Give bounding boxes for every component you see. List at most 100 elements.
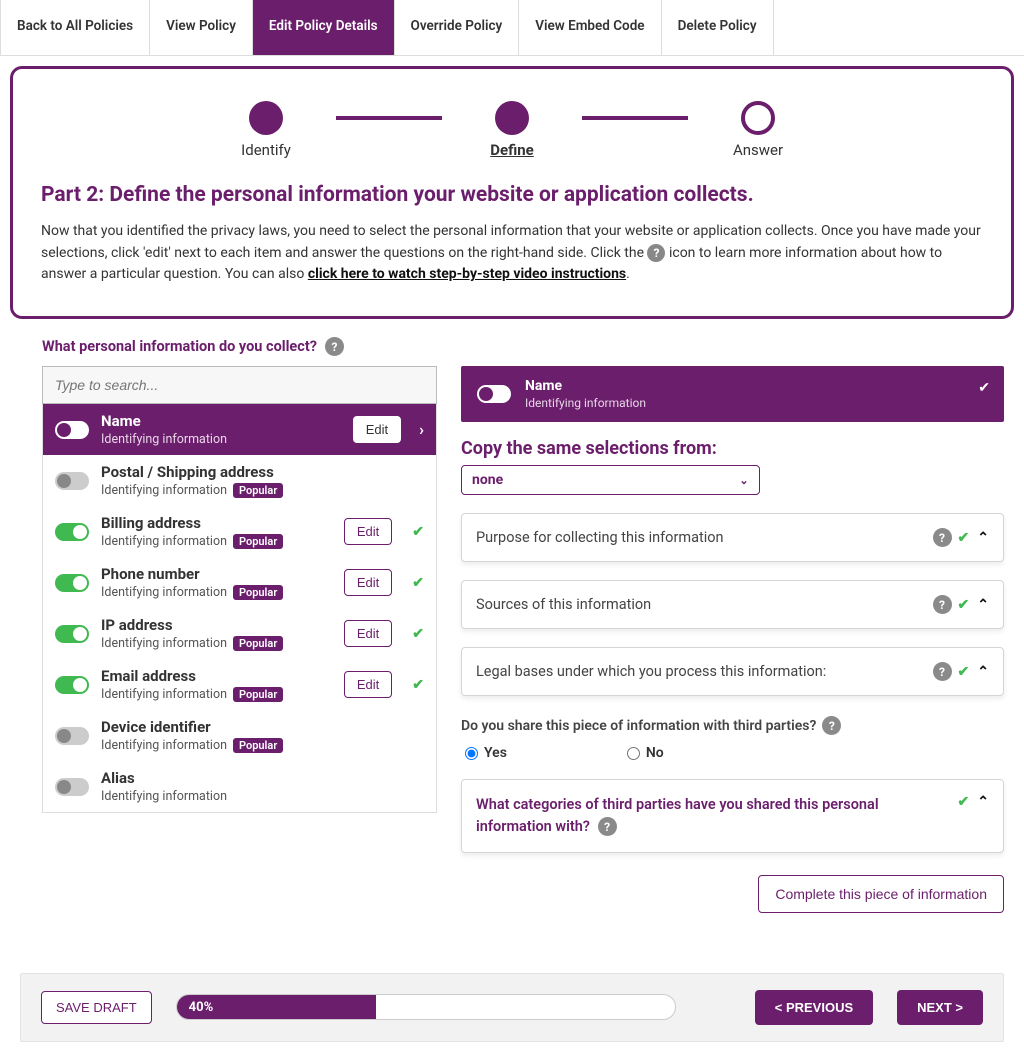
step-identify[interactable]: Identify <box>196 101 336 159</box>
radio-no[interactable] <box>627 747 640 760</box>
accordion-title: Legal bases under which you process this… <box>476 663 927 680</box>
popular-badge: Popular <box>233 585 283 600</box>
help-icon[interactable]: ? <box>933 662 952 681</box>
check-icon: ✔ <box>412 626 424 642</box>
share-radio-group: Yes No <box>465 745 1004 761</box>
toggle-switch[interactable] <box>55 421 89 439</box>
tab-bar: Back to All Policies View Policy Edit Po… <box>0 0 1024 56</box>
chevron-down-icon: ⌄ <box>739 474 748 487</box>
next-button[interactable]: NEXT > <box>897 990 983 1025</box>
share-yes-option[interactable]: Yes <box>465 745 507 761</box>
edit-button[interactable]: Edit <box>344 671 392 698</box>
step-answer[interactable]: Answer <box>688 101 828 159</box>
help-icon[interactable]: ? <box>822 716 841 735</box>
help-icon[interactable]: ? <box>598 817 617 836</box>
popular-badge: Popular <box>233 483 283 498</box>
video-instructions-link[interactable]: click here to watch step-by-step video i… <box>308 266 626 282</box>
item-name-label: Name <box>101 412 341 430</box>
help-icon[interactable]: ? <box>933 528 952 547</box>
toggle-switch[interactable] <box>477 385 511 403</box>
popular-badge: Popular <box>233 687 283 702</box>
radio-yes[interactable] <box>465 747 478 760</box>
save-draft-button[interactable]: SAVE DRAFT <box>41 991 152 1024</box>
chevron-up-icon: ⌃ <box>977 530 989 546</box>
edit-button[interactable]: Edit <box>344 518 392 545</box>
accordion-title: Purpose for collecting this information <box>476 529 927 546</box>
item-category-label: Identifying information <box>101 636 227 651</box>
step-circle-icon <box>741 101 775 135</box>
info-item-postal[interactable]: Postal / Shipping address Identifying in… <box>43 455 436 506</box>
check-icon: ✔ <box>412 524 424 540</box>
item-name-label: Alias <box>101 769 424 787</box>
step-label: Identify <box>241 141 291 159</box>
edit-button[interactable]: Edit <box>353 416 401 443</box>
item-name-label: Phone number <box>101 565 332 583</box>
edit-button[interactable]: Edit <box>344 620 392 647</box>
accordion-purpose[interactable]: Purpose for collecting this information … <box>461 513 1004 562</box>
step-label: Answer <box>733 141 783 159</box>
copy-selections-dropdown[interactable]: none ⌄ <box>461 465 760 495</box>
share-no-option[interactable]: No <box>627 745 664 761</box>
detail-header-name: Name <box>525 378 646 394</box>
item-category-label: Identifying information <box>101 585 227 600</box>
item-name-label: Billing address <box>101 514 332 532</box>
check-icon: ✔ <box>958 664 970 680</box>
progress-bar: 40% <box>176 994 676 1020</box>
toggle-switch[interactable] <box>55 625 89 643</box>
item-name-label: Email address <box>101 667 332 685</box>
complete-button[interactable]: Complete this piece of information <box>758 875 1004 913</box>
tab-edit-policy-details[interactable]: Edit Policy Details <box>253 0 395 55</box>
accordion-third-parties[interactable]: What categories of third parties have yo… <box>461 779 1004 853</box>
step-circle-icon <box>495 101 529 135</box>
info-item-billing[interactable]: Billing address Identifying information … <box>43 506 436 557</box>
stepper: Identify Define Answer <box>41 101 983 159</box>
section-title-text: What personal information do you collect… <box>42 338 317 355</box>
item-category-label: Identifying information <box>101 687 227 702</box>
previous-button[interactable]: < PREVIOUS <box>755 990 873 1025</box>
edit-button[interactable]: Edit <box>344 569 392 596</box>
toggle-switch[interactable] <box>55 574 89 592</box>
check-icon: ✔ <box>978 380 990 396</box>
tab-view-policy[interactable]: View Policy <box>150 0 253 55</box>
info-item-ip[interactable]: IP address Identifying information Popul… <box>43 608 436 659</box>
detail-header: Name Identifying information ✔ <box>461 366 1004 422</box>
tab-delete-policy[interactable]: Delete Policy <box>662 0 774 55</box>
item-category-label: Identifying information <box>101 789 227 804</box>
item-name-label: Postal / Shipping address <box>101 463 424 481</box>
toggle-switch[interactable] <box>55 727 89 745</box>
toggle-switch[interactable] <box>55 523 89 541</box>
check-icon: ✔ <box>958 597 970 613</box>
toggle-switch[interactable] <box>55 472 89 490</box>
popular-badge: Popular <box>233 636 283 651</box>
help-icon[interactable]: ? <box>325 337 344 356</box>
help-icon[interactable]: ? <box>933 595 952 614</box>
detail-header-sub: Identifying information <box>525 396 646 410</box>
accordion-legal-bases[interactable]: Legal bases under which you process this… <box>461 647 1004 696</box>
step-circle-icon <box>249 101 283 135</box>
info-item-device-id[interactable]: Device identifier Identifying informatio… <box>43 710 436 761</box>
search-input[interactable] <box>42 366 437 404</box>
chevron-up-icon: ⌃ <box>977 597 989 613</box>
info-item-phone[interactable]: Phone number Identifying information Pop… <box>43 557 436 608</box>
toggle-switch[interactable] <box>55 778 89 796</box>
accordion-sources[interactable]: Sources of this information ? ✔ ⌃ <box>461 580 1004 629</box>
info-item-name[interactable]: Name Identifying information Edit › <box>43 404 436 455</box>
info-item-email[interactable]: Email address Identifying information Po… <box>43 659 436 710</box>
dropdown-value: none <box>472 472 503 488</box>
toggle-switch[interactable] <box>55 676 89 694</box>
info-list-column: Name Identifying information Edit › Post… <box>42 366 437 913</box>
radio-label: No <box>646 745 664 761</box>
tab-back-to-policies[interactable]: Back to All Policies <box>0 0 150 55</box>
info-item-alias[interactable]: Alias Identifying information <box>43 761 436 812</box>
step-connector <box>336 116 442 120</box>
help-icon[interactable]: ? <box>647 244 665 262</box>
panel-body: Now that you identified the privacy laws… <box>41 221 983 286</box>
check-icon: ✔ <box>958 794 970 810</box>
chevron-right-icon: › <box>419 420 424 439</box>
check-icon: ✔ <box>958 530 970 546</box>
check-icon: ✔ <box>412 677 424 693</box>
tab-override-policy[interactable]: Override Policy <box>395 0 520 55</box>
tab-view-embed-code[interactable]: View Embed Code <box>519 0 661 55</box>
item-category-label: Identifying information <box>101 738 227 753</box>
step-define[interactable]: Define <box>442 101 582 159</box>
